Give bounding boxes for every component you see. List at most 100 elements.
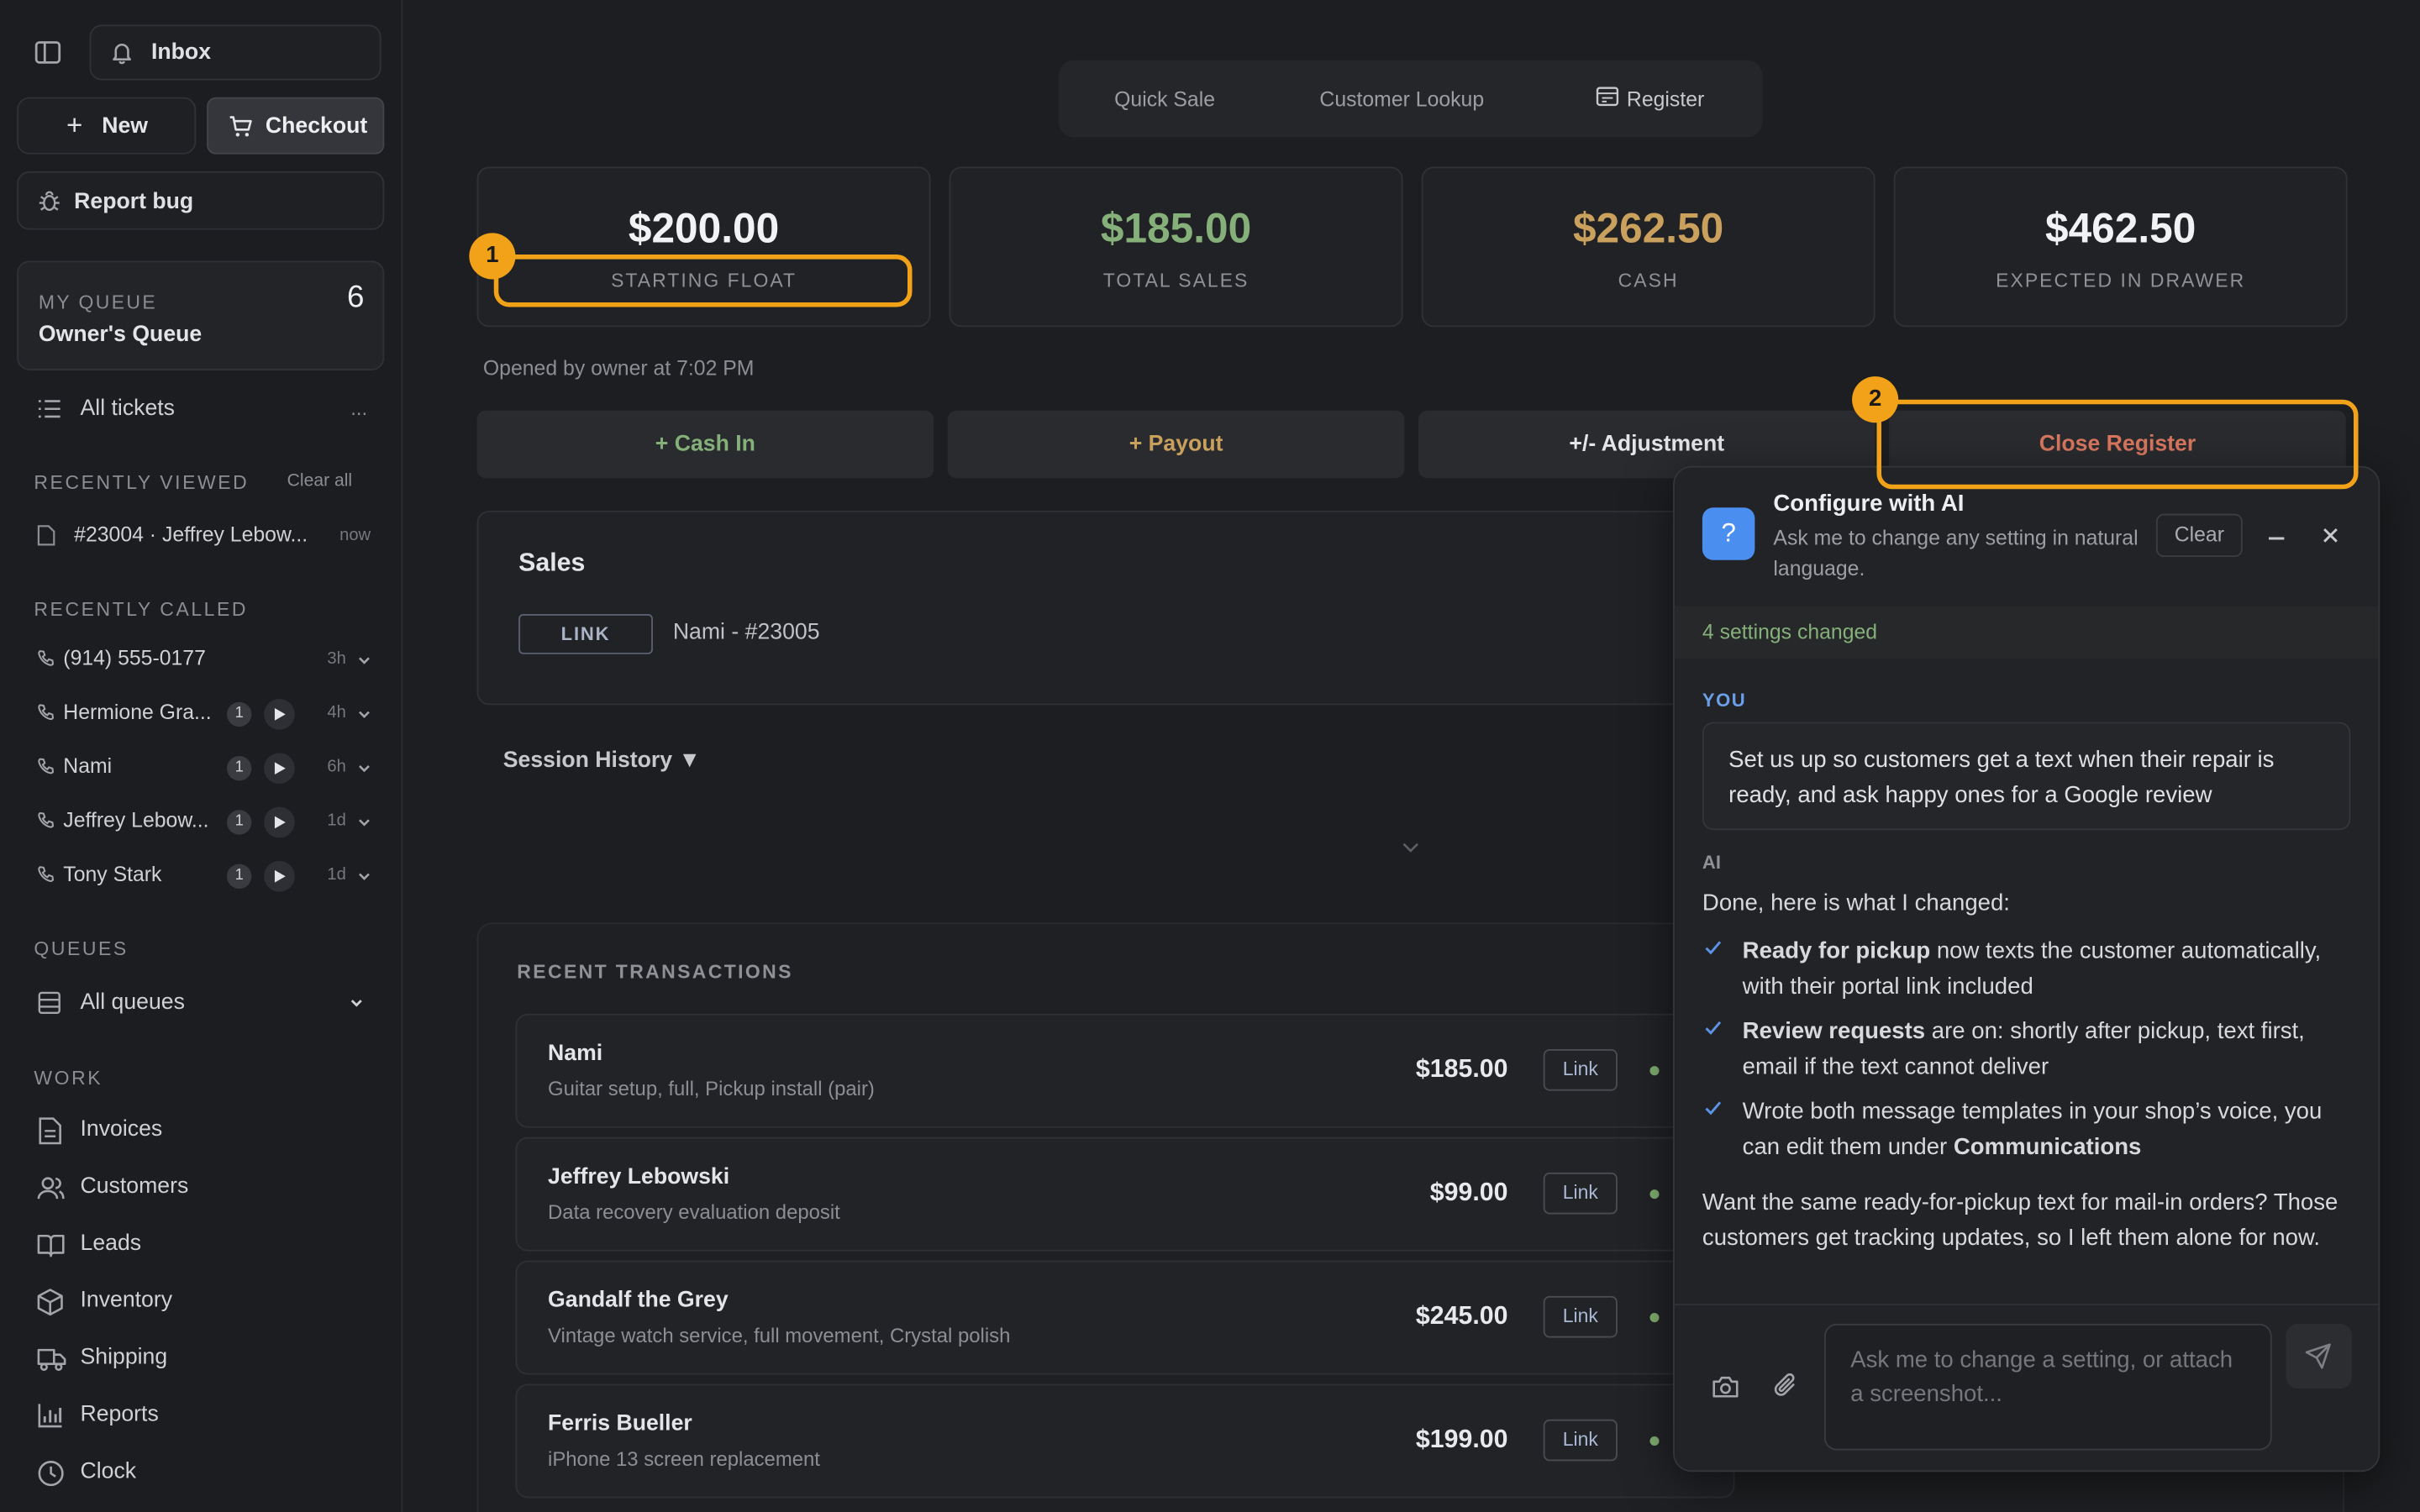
nav-label: Shipping: [80, 1345, 168, 1371]
transaction-amount: $245.00: [1415, 1302, 1508, 1331]
tab-customer-lookup[interactable]: Customer Lookup: [1319, 88, 1484, 112]
send-icon: [2304, 1342, 2332, 1370]
chevron-down-icon[interactable]: [1402, 839, 1420, 854]
phone-icon: [37, 811, 55, 830]
recently-viewed-time: now: [339, 526, 371, 545]
transaction-link-button[interactable]: Link: [1543, 1048, 1618, 1091]
all-tickets-more-button[interactable]: ...: [350, 396, 367, 420]
sales-link-text[interactable]: Nami - #23005: [673, 620, 820, 644]
cash-in-button[interactable]: + Cash In: [476, 410, 934, 479]
my-queue-card[interactable]: MY QUEUE Owner's Queue 6: [17, 260, 385, 370]
stat-caption: CASH: [1618, 270, 1679, 292]
tab-quick-sale[interactable]: Quick Sale: [1114, 88, 1215, 112]
transaction-row[interactable]: Jeffrey Lebowski Data recovery evaluatio…: [515, 1137, 1735, 1252]
ai-change-text: Review requests are on: shortly after pi…: [1743, 1014, 2344, 1084]
transaction-link-button[interactable]: Link: [1543, 1172, 1618, 1215]
call-row[interactable]: Hermione Gra... 1 4h: [34, 699, 376, 730]
call-row[interactable]: Jeffrey Lebow... 1 1d: [34, 806, 376, 838]
register-icon: [1596, 87, 1619, 107]
ai-clear-button[interactable]: Clear: [2155, 513, 2243, 558]
nav-shipping[interactable]: Shipping: [37, 1342, 376, 1379]
chevron-down-icon[interactable]: [356, 869, 371, 884]
call-label: Jeffrey Lebow...: [63, 808, 209, 832]
paperclip-icon[interactable]: [1773, 1372, 1797, 1399]
call-count-badge: 1: [227, 810, 252, 835]
clock-icon: [37, 1460, 65, 1488]
transaction-desc: iPhone 13 screen replacement: [548, 1446, 820, 1471]
phone-icon: [37, 758, 55, 776]
settings-changed-banner: 4 settings changed: [1674, 606, 2379, 659]
transaction-row[interactable]: Nami Guitar setup, full, Pickup install …: [515, 1013, 1735, 1128]
call-row[interactable]: (914) 555-0177 3h: [34, 645, 376, 676]
session-history-toggle[interactable]: Session History ▼: [503, 748, 701, 773]
close-icon[interactable]: [2321, 526, 2339, 544]
transaction-name: Gandalf the Grey: [548, 1288, 729, 1314]
nav-label: Leads: [80, 1231, 142, 1257]
nav-invoices[interactable]: Invoices: [37, 1114, 376, 1151]
sidebar-toggle-icon[interactable]: [34, 39, 61, 66]
minimize-icon[interactable]: [2267, 535, 2286, 541]
recently-viewed-label: #23004 · Jeffrey Lebow...: [74, 522, 308, 547]
all-tickets-link[interactable]: All tickets ...: [37, 391, 376, 428]
chevron-down-icon[interactable]: [356, 761, 371, 776]
plus-icon: +: [66, 109, 83, 141]
inbox-button[interactable]: Inbox: [89, 24, 381, 81]
stat-value: $200.00: [628, 205, 780, 252]
call-count-badge: 1: [227, 756, 252, 781]
annotation-badge-1: 1: [469, 233, 516, 280]
transaction-name: Jeffrey Lebowski: [548, 1164, 730, 1190]
stat-value: $462.50: [2045, 205, 2196, 252]
nav-inventory[interactable]: Inventory: [37, 1285, 376, 1322]
nav-clock[interactable]: Clock: [37, 1457, 376, 1494]
stat-card-expected-in-drawer: $462.50 EXPECTED IN DRAWER: [1893, 166, 2348, 328]
stat-caption: EXPECTED IN DRAWER: [1996, 270, 2246, 292]
play-icon: [274, 869, 286, 883]
payout-button[interactable]: + Payout: [947, 410, 1405, 479]
play-recording-button[interactable]: [264, 860, 295, 892]
ai-change-text: Wrote both message templates in your sho…: [1743, 1094, 2344, 1164]
recently-called-title: RECENTLY CALLED: [34, 598, 249, 621]
play-recording-button[interactable]: [264, 753, 295, 785]
transaction-name: Ferris Bueller: [548, 1411, 692, 1437]
checkout-button[interactable]: Checkout: [207, 97, 385, 155]
call-row[interactable]: Nami 1 6h: [34, 753, 376, 785]
ai-change-bold: Review requests: [1742, 1018, 1926, 1045]
nav-label: Reports: [80, 1402, 159, 1427]
clear-all-button[interactable]: Clear all: [287, 472, 352, 491]
transaction-row[interactable]: Gandalf the Grey Vintage watch service, …: [515, 1260, 1735, 1375]
stat-card-cash: $262.50 CASH: [1421, 166, 1876, 328]
ai-avatar: ?: [1702, 507, 1755, 560]
report-bug-button[interactable]: Report bug: [17, 171, 385, 230]
all-queues-dropdown[interactable]: All queues: [37, 986, 376, 1023]
top-tabs: Quick Sale Customer Lookup Register: [1059, 60, 1763, 138]
ai-change-tail-bold: Communications: [1953, 1134, 2142, 1161]
new-button[interactable]: + New: [17, 97, 197, 155]
recent-transactions-title: RECENT TRANSACTIONS: [517, 961, 793, 984]
call-row[interactable]: Tony Stark 1 1d: [34, 860, 376, 892]
transaction-amount: $99.00: [1429, 1179, 1508, 1207]
transaction-name: Nami: [548, 1041, 603, 1067]
play-recording-button[interactable]: [264, 806, 295, 838]
transaction-link-button[interactable]: Link: [1543, 1295, 1618, 1338]
send-button[interactable]: [2286, 1323, 2353, 1389]
transaction-row[interactable]: Ferris Bueller iPhone 13 screen replacem…: [515, 1383, 1735, 1499]
nav-leads[interactable]: Leads: [37, 1228, 376, 1265]
chevron-down-icon[interactable]: [356, 815, 371, 830]
ai-subtitle: Ask me to change any setting in natural …: [1773, 526, 2139, 580]
status-dot: [1649, 1313, 1660, 1323]
play-icon: [274, 762, 286, 775]
ai-intro-text: Done, here is what I changed:: [1702, 890, 2010, 917]
chevron-down-icon[interactable]: [356, 706, 371, 722]
transaction-link-button[interactable]: Link: [1543, 1419, 1618, 1462]
call-label: Tony Stark: [63, 862, 162, 886]
ai-chat-input[interactable]: Ask me to change a setting, or attach a …: [1824, 1323, 2272, 1451]
layers-icon: [37, 990, 61, 1015]
nav-customers[interactable]: Customers: [37, 1171, 376, 1208]
nav-reports[interactable]: Reports: [37, 1399, 376, 1436]
transaction-desc: Vintage watch service, full movement, Cr…: [548, 1323, 1011, 1347]
tab-register[interactable]: Register: [1596, 83, 1719, 117]
recently-viewed-item[interactable]: #23004 · Jeffrey Lebow... now: [34, 520, 376, 551]
camera-icon[interactable]: [1712, 1375, 1739, 1399]
play-recording-button[interactable]: [264, 699, 295, 730]
chevron-down-icon[interactable]: [356, 653, 371, 668]
